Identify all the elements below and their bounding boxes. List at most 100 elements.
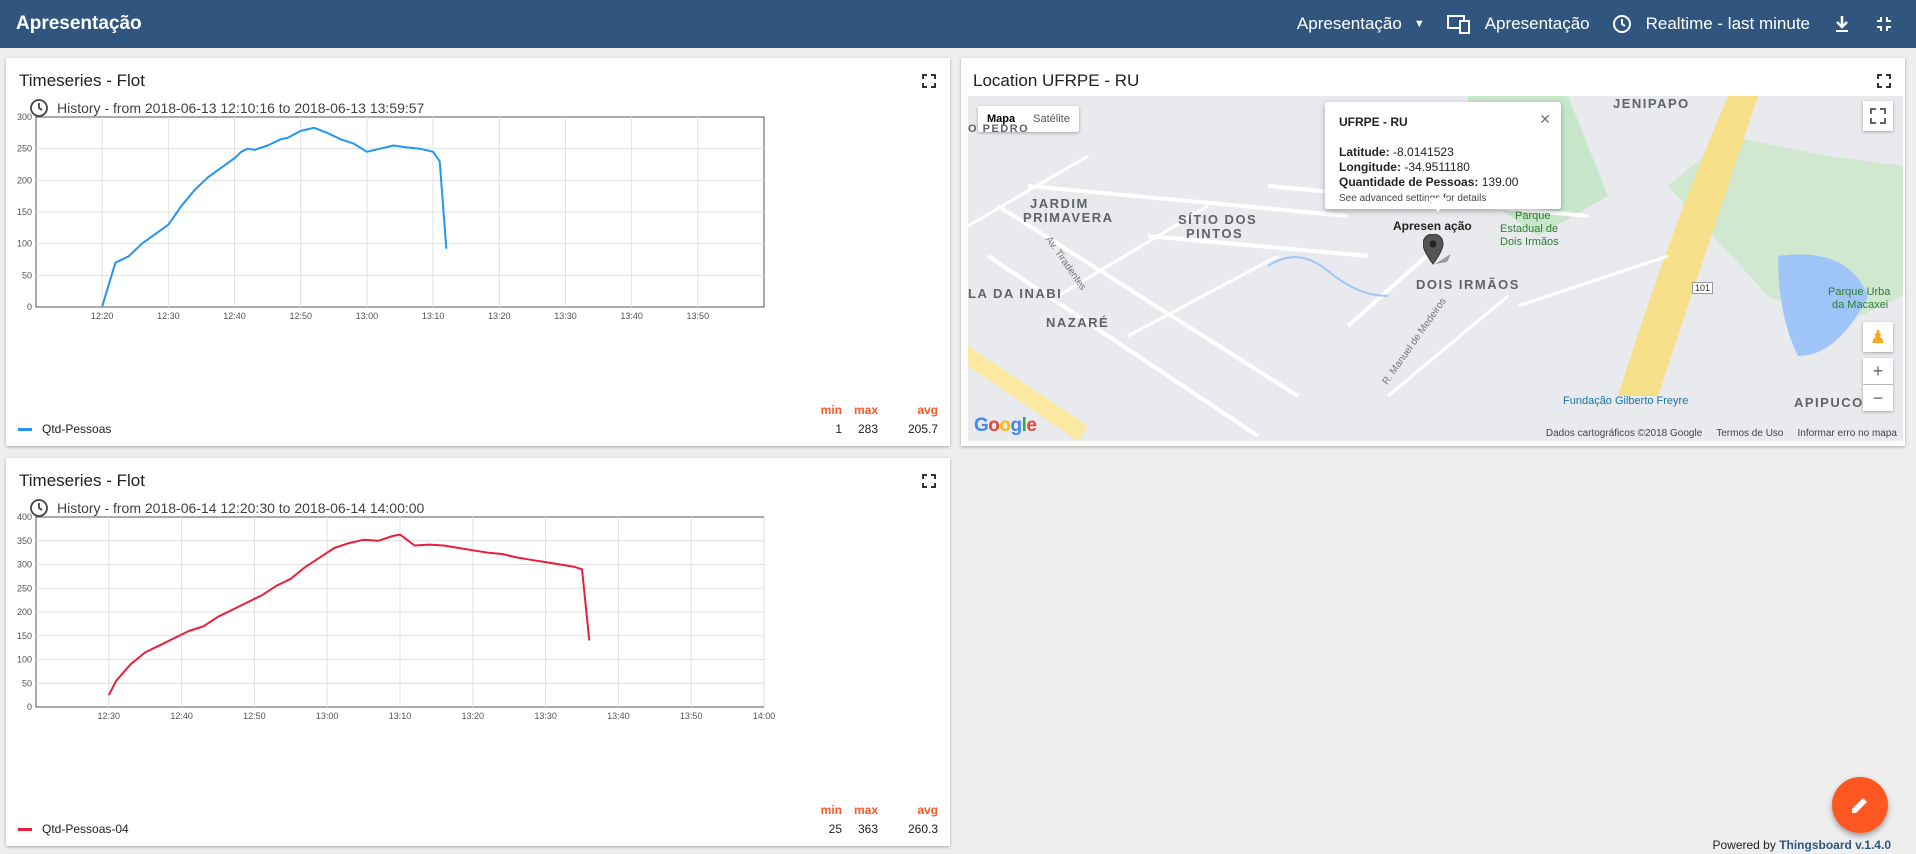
x-tick-label: 13:00	[316, 711, 339, 721]
thingsboard-link[interactable]: Thingsboard v.1.4.0	[1779, 838, 1891, 852]
dashboard-select-value: Apresentação	[1296, 14, 1402, 33]
y-tick-label: 400	[17, 512, 32, 522]
place-parque-2: Estadual de	[1500, 223, 1559, 235]
timewindow-button[interactable]: Realtime - last minute	[1612, 14, 1810, 34]
place-inabi: LA DA INABI	[968, 286, 1063, 301]
place-sitio: SÍTIO DOS	[1178, 212, 1258, 227]
x-tick-label: 12:20	[91, 311, 114, 321]
info-quantity: Quantidade de Pessoas: 139.00	[1339, 175, 1518, 189]
map-widget: Location UFRPE - RU Mapa Satélite JARDIM…	[961, 58, 1905, 446]
map-fullscreen-icon	[1870, 108, 1886, 124]
x-tick-label: 12:50	[243, 711, 266, 721]
widget-title: Location UFRPE - RU	[973, 71, 1140, 90]
x-tick-label: 13:50	[680, 711, 703, 721]
pegman-button[interactable]: ♟	[1863, 322, 1893, 352]
y-tick-label: 200	[17, 175, 32, 185]
download-icon	[1836, 16, 1848, 32]
legend-min-value: 25	[828, 822, 842, 836]
report-link[interactable]: Informar erro no mapa	[1798, 428, 1898, 439]
y-tick-label: 100	[17, 239, 32, 249]
legend-min-header: min	[820, 803, 842, 817]
place-jardim: JARDIM	[1030, 196, 1089, 211]
pencil-icon	[1852, 798, 1867, 813]
x-tick-label: 13:20	[462, 711, 485, 721]
close-icon[interactable]: ✕	[1539, 111, 1551, 128]
state-selector[interactable]: Apresentação	[1446, 14, 1590, 34]
y-tick-label: 150	[17, 207, 32, 217]
zoom-out-button[interactable]: −	[1863, 385, 1893, 411]
x-tick-label: 13:00	[356, 311, 379, 321]
timeseries-widget-1: Timeseries - Flot History - from 2018-06…	[6, 58, 950, 446]
map-type-satellite[interactable]: Satélite	[1024, 106, 1079, 132]
place-pedro: O PEDRO	[968, 123, 1030, 135]
legend-max-value: 363	[857, 822, 878, 836]
legend-swatch	[18, 827, 32, 831]
export-button[interactable]	[1832, 14, 1852, 34]
state-label: Apresentação	[1484, 14, 1590, 33]
place-parque-1: Parque	[1515, 210, 1551, 222]
minus-icon: −	[1872, 387, 1884, 408]
powered-by: Powered by Thingsboard v.1.4.0	[1712, 838, 1891, 852]
info-window: UFRPE - RU ✕ Latitude: -8.0141523 Longit…	[1325, 102, 1561, 209]
exit-fullscreen-button[interactable]	[1874, 14, 1894, 34]
edit-dashboard-button[interactable]	[1832, 777, 1888, 833]
map-marker-icon[interactable]	[1423, 234, 1453, 270]
longitude-label: Longitude:	[1339, 160, 1401, 174]
info-longitude: Longitude: -34.9511180	[1339, 160, 1470, 174]
x-tick-label: 13:40	[607, 711, 630, 721]
legend-avg-value: 205.7	[907, 422, 938, 436]
x-tick-label: 13:20	[488, 311, 511, 321]
y-tick-label: 350	[17, 536, 32, 546]
place-parque-3: Dois Irmãos	[1500, 236, 1559, 248]
x-tick-label: 12:30	[157, 311, 180, 321]
map-canvas[interactable]: Mapa Satélite JARDIM PRIMAVERA SÍTIO DOS…	[968, 96, 1903, 441]
y-tick-label: 300	[17, 112, 32, 122]
legend-item[interactable]: Qtd-Pessoas-04	[18, 822, 129, 836]
fullscreen-icon[interactable]	[1877, 74, 1891, 88]
info-title: UFRPE - RU	[1339, 115, 1408, 129]
legend-max-header: max	[853, 803, 878, 817]
legend-avg-header: avg	[917, 803, 938, 817]
map-fullscreen-button[interactable]	[1863, 101, 1893, 131]
plus-icon: +	[1872, 360, 1884, 381]
dashboard-select[interactable]: Apresentação ▼	[1297, 14, 1425, 34]
x-tick-label: 13:30	[554, 311, 577, 321]
y-tick-label: 200	[17, 607, 32, 617]
marker-label: Apresen ação	[1393, 219, 1472, 233]
y-tick-label: 100	[17, 655, 32, 665]
place-primavera: PRIMAVERA	[1023, 210, 1114, 225]
top-toolbar: Apresentação Apresentação ▼ Apresentação…	[0, 0, 1916, 48]
terms-link[interactable]: Termos de Uso	[1716, 428, 1783, 439]
x-tick-label: 13:40	[620, 311, 643, 321]
place-dois-irmaos: DOIS IRMÃOS	[1416, 277, 1520, 292]
x-tick-label: 14:00	[753, 711, 776, 721]
info-note: See advanced settings for details	[1339, 193, 1487, 204]
legend-item[interactable]: Qtd-Pessoas	[18, 422, 111, 436]
fullscreen-exit-icon	[1877, 17, 1891, 31]
x-tick-label: 13:10	[422, 311, 445, 321]
place-parque-urba: Parque Urba	[1828, 286, 1891, 298]
longitude-value: -34.9511180	[1404, 160, 1470, 174]
powered-by-text: Powered by	[1712, 838, 1776, 852]
legend-series-name: Qtd-Pessoas	[42, 422, 112, 436]
place-fundacao: Fundação Gilberto Freyre	[1563, 395, 1689, 407]
place-pintos: PINTOS	[1186, 226, 1244, 241]
legend-swatch	[18, 427, 32, 431]
x-tick-label: 13:30	[534, 711, 557, 721]
clock-icon	[1612, 15, 1631, 33]
latitude-value: -8.0141523	[1393, 145, 1454, 159]
y-tick-label: 300	[17, 560, 32, 570]
legend-min-value: 1	[835, 422, 842, 436]
place-jenipapo: JENIPAPO	[1613, 96, 1690, 111]
pegman-icon: ♟	[1869, 326, 1887, 347]
x-tick-label: 13:50	[687, 311, 710, 321]
road-101-badge: 101	[1692, 282, 1714, 294]
place-apipucos: APIPUCOS	[1794, 395, 1874, 410]
legend-max-header: max	[853, 403, 878, 417]
google-logo: Google	[974, 415, 1037, 436]
x-tick-label: 13:10	[389, 711, 412, 721]
zoom-in-button[interactable]: +	[1863, 358, 1893, 384]
place-nazare: NAZARÉ	[1046, 315, 1110, 330]
line-chart: 0 50 100 150 200 250 300 350 400 12:30 12:40 12:50 1…	[17, 512, 776, 721]
map-data-credit: Dados cartográficos ©2018 Google	[1545, 428, 1703, 439]
